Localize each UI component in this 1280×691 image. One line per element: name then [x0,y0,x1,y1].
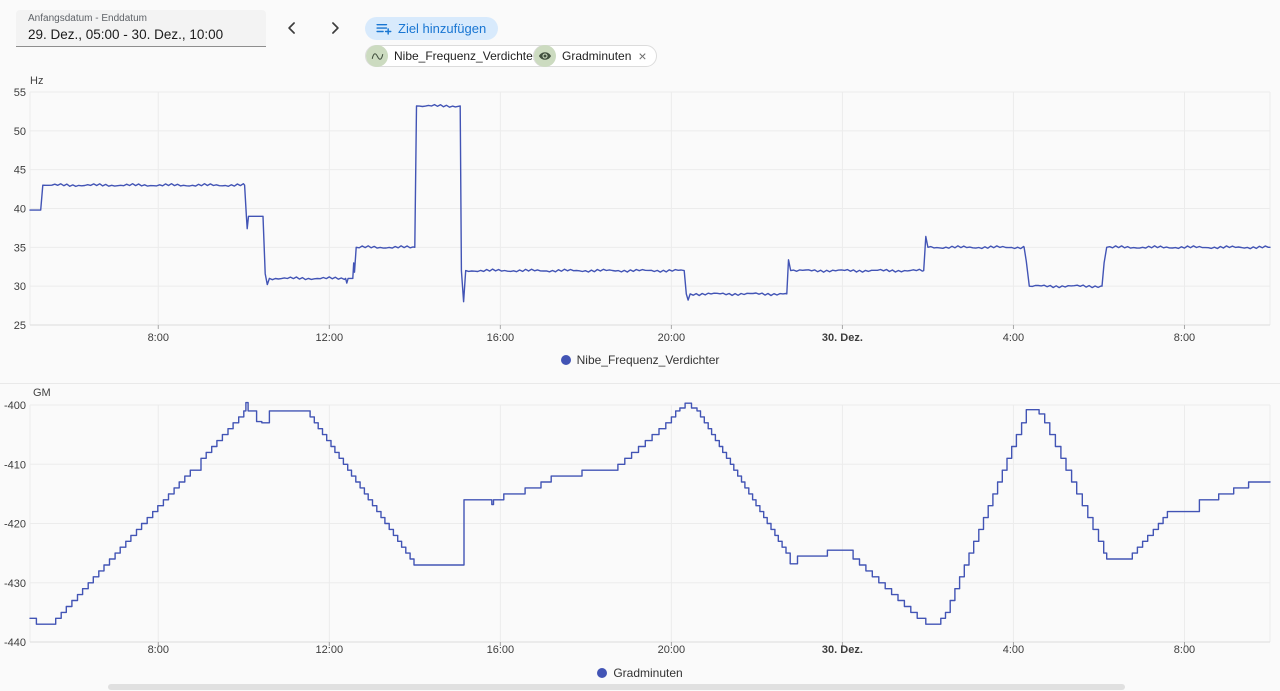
svg-text:8:00: 8:00 [148,332,169,344]
svg-text:12:00: 12:00 [316,644,344,656]
svg-text:-440: -440 [4,637,26,649]
statistics-page: Anfangsdatum - Enddatum 29. Dez., 05:00 … [0,0,1280,691]
svg-text:40: 40 [14,204,26,216]
svg-text:4:00: 4:00 [1003,644,1024,656]
svg-text:20:00: 20:00 [658,332,686,344]
svg-text:35: 35 [14,242,26,254]
svg-text:12:00: 12:00 [316,332,344,344]
svg-text:16:00: 16:00 [487,332,515,344]
svg-text:8:00: 8:00 [148,644,169,656]
frequency-legend-dot [561,355,571,365]
svg-text:30. Dez.: 30. Dez. [822,332,863,344]
gradminuten-legend[interactable]: Gradminuten [0,666,1280,680]
gradminuten-chart-plot[interactable]: -400 -410 -420 -430 -440 8:00 12:00 16:00 20:00 3… [4,400,1270,656]
svg-text:-400: -400 [4,400,26,412]
gradminuten-legend-label: Gradminuten [613,666,682,680]
horizontal-scrollbar[interactable] [108,684,1125,690]
svg-text:4:00: 4:00 [1003,332,1024,344]
chart-divider [0,383,1280,384]
frequency-legend-label: Nibe_Frequenz_Verdichter [577,353,720,367]
svg-text:25: 25 [14,320,26,332]
svg-text:-410: -410 [4,459,26,471]
frequency-chart-plot[interactable]: 55 50 45 40 35 30 25 8:00 12:00 16:00 20:00 30. Dez… [14,87,1270,344]
charts-canvas: 55 50 45 40 35 30 25 8:00 12:00 16:00 20:00 30. Dez… [0,0,1280,691]
svg-text:55: 55 [14,87,26,99]
svg-text:8:00: 8:00 [1174,332,1195,344]
svg-text:45: 45 [14,165,26,177]
svg-text:8:00: 8:00 [1174,644,1195,656]
svg-text:-420: -420 [4,519,26,531]
frequency-legend[interactable]: Nibe_Frequenz_Verdichter [0,353,1280,367]
svg-text:16:00: 16:00 [487,644,515,656]
svg-text:30: 30 [14,281,26,293]
svg-text:50: 50 [14,126,26,138]
svg-text:-430: -430 [4,578,26,590]
gradminuten-legend-dot [597,668,607,678]
svg-text:20:00: 20:00 [658,644,686,656]
svg-text:30. Dez.: 30. Dez. [822,644,863,656]
